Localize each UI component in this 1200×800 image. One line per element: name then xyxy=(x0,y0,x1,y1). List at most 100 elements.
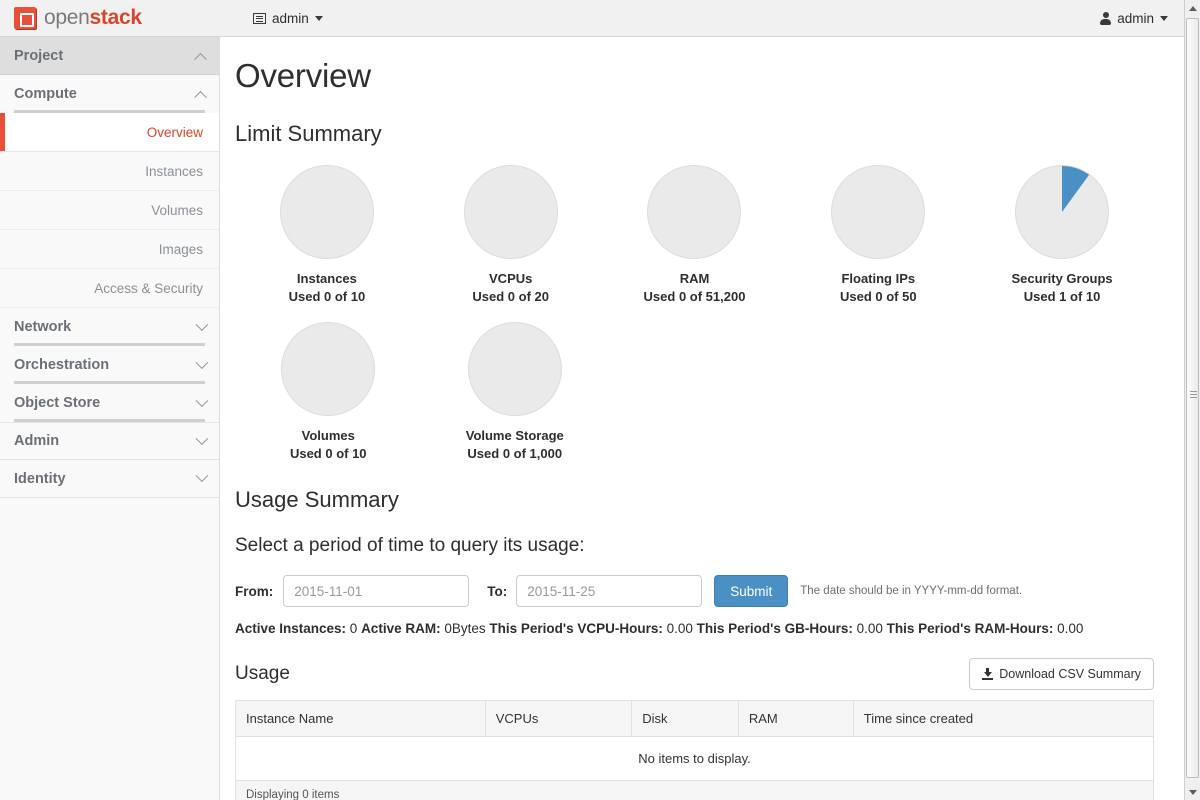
submit-button[interactable]: Submit xyxy=(714,575,788,607)
period-prompt: Select a period of time to query its usa… xyxy=(235,535,1154,557)
brand-logo-area[interactable]: openstack xyxy=(0,0,220,36)
sidebar-group-project[interactable]: Project xyxy=(0,37,219,75)
usage-table-header-row: Usage Download CSV Summary xyxy=(235,658,1154,690)
user-icon xyxy=(1100,12,1111,24)
scroll-up-button[interactable] xyxy=(1185,0,1200,16)
quota-chart: Security GroupsUsed 1 of 10 xyxy=(970,165,1154,304)
limit-summary-title: Limit Summary xyxy=(235,121,1154,147)
quota-used-text: Used 0 of 50 xyxy=(786,289,970,304)
quota-label: Volume Storage xyxy=(422,428,609,443)
main-content: Overview Limit Summary InstancesUsed 0 o… xyxy=(221,37,1184,800)
sidebar-item-volumes[interactable]: Volumes xyxy=(0,191,219,230)
sidebar-item-images[interactable]: Images xyxy=(0,230,219,269)
sidebar-group-identity-label: Identity xyxy=(14,471,66,487)
sidebar: Project Compute Overview Instances Volum… xyxy=(0,37,220,800)
sidebar-group-network-label: Network xyxy=(14,319,71,335)
chevron-down-icon xyxy=(196,432,209,445)
project-selector-label: admin xyxy=(272,11,309,26)
chevron-up-icon xyxy=(194,52,207,65)
sidebar-group-admin[interactable]: Admin xyxy=(0,422,219,460)
sidebar-group-project-label: Project xyxy=(14,48,63,64)
chevron-up-icon xyxy=(194,90,207,103)
download-icon xyxy=(982,668,993,680)
triangle-down-icon xyxy=(1189,790,1197,795)
date-format-hint: The date should be in YYYY-mm-dd format. xyxy=(800,585,1022,597)
quota-pie-chart xyxy=(280,165,374,259)
quota-chart: Instances Used 0 of 10 xyxy=(235,165,419,304)
chevron-down-icon xyxy=(315,16,323,21)
scrollbar-grip-icon xyxy=(1190,391,1197,398)
sidebar-item-instances[interactable]: Instances xyxy=(0,152,219,191)
scroll-down-button[interactable] xyxy=(1185,784,1200,800)
column-header[interactable]: RAM xyxy=(738,701,853,737)
quota-pie-chart xyxy=(1015,165,1109,259)
column-header[interactable]: Disk xyxy=(632,701,739,737)
stat-value: 0 xyxy=(346,621,361,636)
sidebar-item-instances-label: Instances xyxy=(145,164,203,179)
quota-label: Floating IPs xyxy=(786,271,970,286)
from-label: From: xyxy=(235,584,273,599)
to-date-input[interactable] xyxy=(516,575,702,607)
sidebar-group-object-store-label: Object Store xyxy=(14,395,100,411)
chevron-down-icon xyxy=(196,318,209,331)
quota-pie-chart xyxy=(281,322,375,416)
stat-value: 0Bytes xyxy=(441,621,490,636)
chevron-down-icon xyxy=(1160,16,1168,21)
sidebar-item-overview[interactable]: Overview xyxy=(0,113,219,152)
column-header[interactable]: Time since created xyxy=(853,701,1153,737)
page-title: Overview xyxy=(235,57,1154,95)
quota-used-text: Used 0 of 10 xyxy=(235,289,419,304)
from-date-input[interactable] xyxy=(283,575,469,607)
quota-used-text: Used 0 of 20 xyxy=(419,289,603,304)
chevron-down-icon xyxy=(196,394,209,407)
sidebar-item-overview-label: Overview xyxy=(147,125,203,140)
quota-used-text: Used 0 of 1,000 xyxy=(422,446,609,461)
triangle-up-icon xyxy=(1189,6,1197,11)
scrollbar-thumb[interactable] xyxy=(1186,18,1199,778)
quota-label: Volumes xyxy=(235,428,422,443)
sidebar-group-compute[interactable]: Compute xyxy=(0,75,219,113)
stat-label: Active Instances: xyxy=(235,621,346,636)
topbar: openstack admin admin xyxy=(0,0,1184,37)
usage-stats-line: Active Instances: 0 Active RAM: 0Bytes T… xyxy=(235,621,1154,636)
usage-summary-title: Usage Summary xyxy=(235,487,1154,513)
stat-label: This Period's GB-Hours: xyxy=(697,621,853,636)
stat-label: Active RAM: xyxy=(361,621,441,636)
sidebar-group-orchestration-label: Orchestration xyxy=(14,357,109,373)
quota-pie-chart xyxy=(464,165,558,259)
chevron-down-icon xyxy=(196,469,209,482)
table-footer-count: Displaying 0 items xyxy=(236,781,1154,800)
user-menu[interactable]: admin xyxy=(1100,0,1168,36)
download-csv-summary-button[interactable]: Download CSV Summary xyxy=(969,658,1154,690)
user-menu-label: admin xyxy=(1117,11,1154,26)
stat-value: 0.00 xyxy=(663,621,697,636)
page-scrollbar[interactable] xyxy=(1184,0,1200,800)
quota-pie-chart xyxy=(468,322,562,416)
table-row-empty: No items to display. xyxy=(236,737,1154,781)
sidebar-item-access-and-security-label: Access & Security xyxy=(94,281,203,296)
quota-chart: VCPUsUsed 0 of 20 xyxy=(419,165,603,304)
project-selector[interactable]: admin xyxy=(253,11,323,26)
brand-text: openstack xyxy=(44,6,142,30)
quota-row-2: Volumes Used 0 of 10Volume Storage Used 0 … xyxy=(235,322,1154,461)
quota-row-1: Instances Used 0 of 10VCPUsUsed 0 of 20RA… xyxy=(235,165,1154,304)
usage-date-form: From: To: Submit The date should be in Y… xyxy=(235,575,1154,607)
stat-value: 0.00 xyxy=(853,621,887,636)
column-header[interactable]: Instance Name xyxy=(236,701,486,737)
quota-label: Instances xyxy=(235,271,419,286)
sidebar-group-network[interactable]: Network xyxy=(0,308,219,346)
openstack-dashboard: openstack admin admin Project Compute Ov… xyxy=(0,0,1200,800)
column-header[interactable]: VCPUs xyxy=(485,701,632,737)
sidebar-group-identity[interactable]: Identity xyxy=(0,460,219,498)
quota-used-text: Used 0 of 10 xyxy=(235,446,422,461)
quota-chart: RAMUsed 0 of 51,200 xyxy=(603,165,787,304)
openstack-logo-icon xyxy=(14,7,36,29)
quota-chart: Floating IPs Used 0 of 50 xyxy=(786,165,970,304)
sidebar-item-volumes-label: Volumes xyxy=(151,203,203,218)
project-list-icon xyxy=(253,13,266,24)
sidebar-group-orchestration[interactable]: Orchestration xyxy=(0,346,219,384)
sidebar-item-access-and-security[interactable]: Access & Security xyxy=(0,269,219,308)
quota-label: RAM xyxy=(603,271,787,286)
sidebar-group-object-store[interactable]: Object Store xyxy=(0,384,219,422)
quota-used-text: Used 1 of 10 xyxy=(970,289,1154,304)
